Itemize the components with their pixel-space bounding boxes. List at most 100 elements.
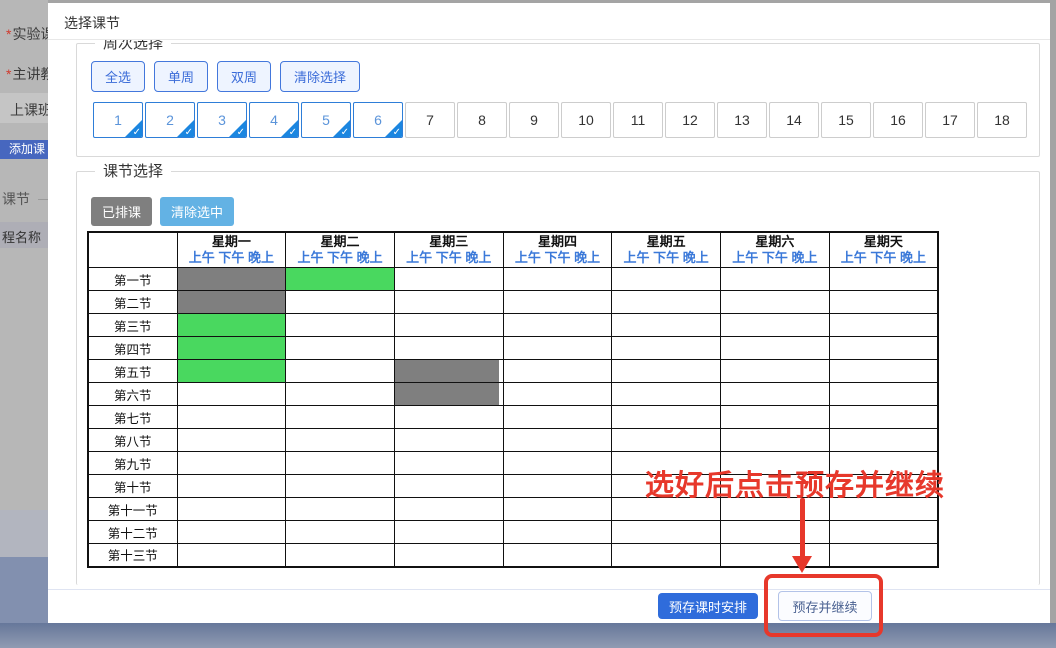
lesson-cell[interactable]: [177, 475, 286, 498]
week-box-7[interactable]: 7: [405, 102, 455, 138]
week-box-5[interactable]: 5✓: [301, 102, 351, 138]
lesson-cell[interactable]: [829, 383, 938, 406]
lesson-cell[interactable]: [177, 452, 286, 475]
lesson-cell[interactable]: [177, 268, 286, 291]
lesson-cell[interactable]: [503, 268, 612, 291]
week-box-10[interactable]: 10: [561, 102, 611, 138]
lesson-cell[interactable]: [829, 314, 938, 337]
lesson-cell[interactable]: [177, 383, 286, 406]
lesson-cell[interactable]: [721, 360, 830, 383]
lesson-cell[interactable]: [177, 360, 286, 383]
lesson-cell[interactable]: [503, 314, 612, 337]
week-box-1[interactable]: 1✓: [93, 102, 143, 138]
lesson-cell[interactable]: [503, 337, 612, 360]
lesson-cell[interactable]: [286, 291, 395, 314]
lesson-cell[interactable]: [286, 452, 395, 475]
lesson-cell[interactable]: [394, 383, 503, 406]
lesson-cell[interactable]: [286, 475, 395, 498]
lesson-cell[interactable]: [177, 544, 286, 567]
lesson-cell[interactable]: [286, 406, 395, 429]
even-weeks-button[interactable]: 双周: [217, 61, 271, 92]
week-box-17[interactable]: 17: [925, 102, 975, 138]
lesson-cell[interactable]: [612, 544, 721, 567]
lesson-cell[interactable]: [721, 406, 830, 429]
lesson-cell[interactable]: [612, 521, 721, 544]
lesson-cell[interactable]: [612, 429, 721, 452]
lesson-cell[interactable]: [177, 521, 286, 544]
lesson-cell[interactable]: [394, 521, 503, 544]
week-box-11[interactable]: 11: [613, 102, 663, 138]
lesson-cell[interactable]: [721, 383, 830, 406]
lesson-cell[interactable]: [721, 268, 830, 291]
lesson-cell[interactable]: [503, 498, 612, 521]
lesson-cell[interactable]: [286, 498, 395, 521]
week-box-8[interactable]: 8: [457, 102, 507, 138]
presave-schedule-button[interactable]: 预存课时安排: [658, 593, 758, 619]
week-box-16[interactable]: 16: [873, 102, 923, 138]
week-box-18[interactable]: 18: [977, 102, 1027, 138]
lesson-cell[interactable]: [503, 521, 612, 544]
lesson-cell[interactable]: [286, 521, 395, 544]
lesson-cell[interactable]: [721, 291, 830, 314]
week-box-13[interactable]: 13: [717, 102, 767, 138]
lesson-cell[interactable]: [829, 268, 938, 291]
lesson-cell[interactable]: [394, 544, 503, 567]
lesson-cell[interactable]: [612, 360, 721, 383]
lesson-cell[interactable]: [503, 383, 612, 406]
lesson-cell[interactable]: [177, 314, 286, 337]
lesson-cell[interactable]: [721, 314, 830, 337]
week-box-12[interactable]: 12: [665, 102, 715, 138]
week-box-14[interactable]: 14: [769, 102, 819, 138]
lesson-cell[interactable]: [394, 475, 503, 498]
lesson-cell[interactable]: [394, 291, 503, 314]
lesson-cell[interactable]: [503, 360, 612, 383]
lesson-cell[interactable]: [503, 475, 612, 498]
lesson-cell[interactable]: [394, 314, 503, 337]
lesson-cell[interactable]: [503, 452, 612, 475]
lesson-cell[interactable]: [394, 337, 503, 360]
lesson-cell[interactable]: [503, 291, 612, 314]
week-box-2[interactable]: 2✓: [145, 102, 195, 138]
lesson-cell[interactable]: [829, 544, 938, 567]
lesson-cell[interactable]: [612, 337, 721, 360]
lesson-cell[interactable]: [286, 544, 395, 567]
lesson-cell[interactable]: [829, 406, 938, 429]
lesson-cell[interactable]: [721, 521, 830, 544]
odd-weeks-button[interactable]: 单周: [154, 61, 208, 92]
lesson-cell[interactable]: [612, 406, 721, 429]
lesson-cell[interactable]: [612, 291, 721, 314]
lesson-cell[interactable]: [177, 406, 286, 429]
lesson-cell[interactable]: [286, 314, 395, 337]
lesson-cell[interactable]: [286, 383, 395, 406]
week-box-6[interactable]: 6✓: [353, 102, 403, 138]
lesson-cell[interactable]: [177, 429, 286, 452]
lesson-cell[interactable]: [829, 360, 938, 383]
lesson-cell[interactable]: [721, 429, 830, 452]
select-all-button[interactable]: 全选: [91, 61, 145, 92]
lesson-cell[interactable]: [286, 360, 395, 383]
lesson-cell[interactable]: [177, 337, 286, 360]
lesson-cell[interactable]: [721, 544, 830, 567]
lesson-cell[interactable]: [503, 406, 612, 429]
lesson-cell[interactable]: [612, 268, 721, 291]
lesson-cell[interactable]: [829, 291, 938, 314]
lesson-cell[interactable]: [612, 314, 721, 337]
lesson-cell[interactable]: [177, 291, 286, 314]
lesson-cell[interactable]: [503, 544, 612, 567]
lesson-cell[interactable]: [721, 337, 830, 360]
lesson-cell[interactable]: [394, 268, 503, 291]
lesson-cell[interactable]: [394, 452, 503, 475]
lesson-cell[interactable]: [829, 337, 938, 360]
week-box-9[interactable]: 9: [509, 102, 559, 138]
clear-selected-button[interactable]: 清除选中: [160, 197, 234, 226]
lesson-cell[interactable]: [286, 268, 395, 291]
lesson-cell[interactable]: [394, 498, 503, 521]
week-box-15[interactable]: 15: [821, 102, 871, 138]
week-box-4[interactable]: 4✓: [249, 102, 299, 138]
lesson-cell[interactable]: [394, 429, 503, 452]
clear-week-selection-button[interactable]: 清除选择: [280, 61, 360, 92]
lesson-cell[interactable]: [394, 360, 503, 383]
lesson-cell[interactable]: [286, 429, 395, 452]
lesson-cell[interactable]: [503, 429, 612, 452]
lesson-cell[interactable]: [177, 498, 286, 521]
